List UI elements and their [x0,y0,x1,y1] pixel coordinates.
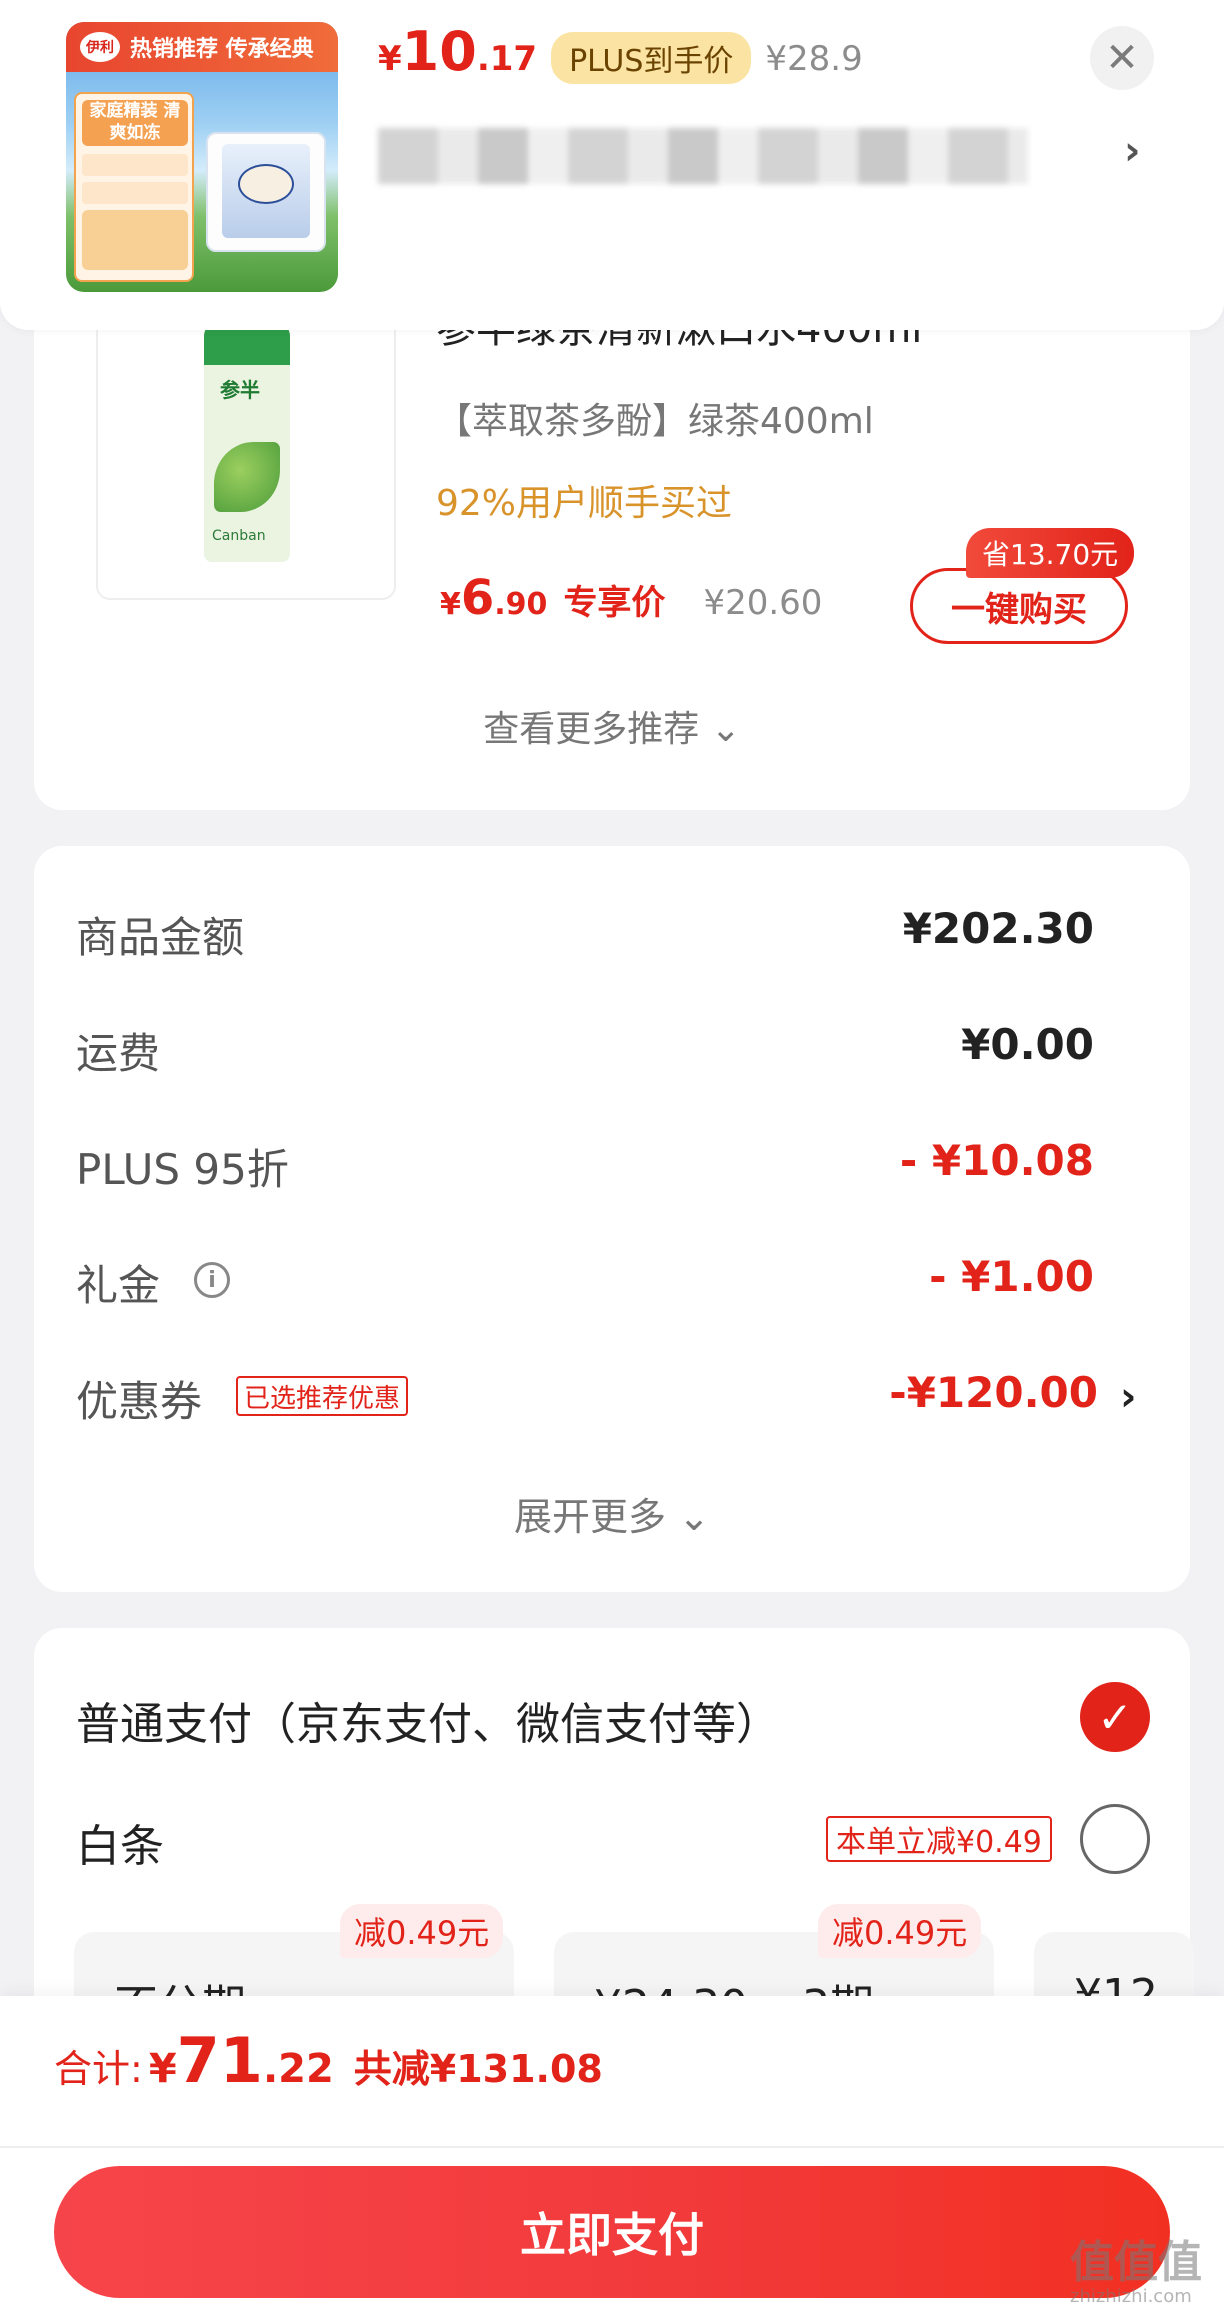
thumbnail-product-box [206,132,326,252]
bottle-image: 参半 Canban [204,308,290,562]
close-icon[interactable]: ✕ [1090,26,1154,90]
total-price: ¥71.22 [148,2024,334,2097]
plus-price: ¥10.17 [378,20,538,83]
shipping-label: 运费 [76,1029,161,1078]
coupon-selected-badge: 已选推荐优惠 [236,1376,409,1416]
thumbnail-strip-text: 热销推荐 传承经典 [130,37,314,62]
shipping-value: ¥0.00 [961,1020,1094,1069]
checkmark-icon[interactable]: ✓ [1080,1682,1150,1752]
installment-discount-tag: 减0.49元 [818,1904,982,1958]
chevron-right-icon[interactable]: › [1120,1374,1136,1420]
one-click-buy-button[interactable]: 一键购买 [910,568,1128,644]
plus-discount-label: PLUS 95折 [76,1145,289,1194]
info-icon[interactable]: i [194,1262,230,1298]
plus-price-tag: PLUS到手价 [551,32,752,84]
recommended-price-row: ¥6.90 专享价 ¥20.60 [440,570,822,626]
goods-amount-value: ¥202.30 [902,904,1094,953]
brand-logo: 伊利 [80,32,120,62]
chevron-right-icon[interactable]: › [1124,128,1140,174]
total-saved: 共减¥131.08 [353,2047,603,2091]
expand-more-button[interactable]: 展开更多 ⌄ [0,1486,1224,1541]
banner-price-row: ¥10.17 PLUS到手价 ¥28.9 [378,20,863,90]
original-price: ¥28.9 [765,39,863,79]
total-label: 合计: [54,2047,143,2091]
coupon-label[interactable]: 优惠券 [76,1368,202,1429]
recommended-product-image[interactable]: 参半 Canban [96,300,396,600]
gift-money-value: - ¥1.00 [929,1252,1094,1301]
baitiao-payment-option[interactable]: 白条 [76,1810,164,1874]
thumbnail-strip: 伊利 热销推荐 传承经典 [66,22,338,72]
recommended-original-price: ¥20.60 [703,583,823,623]
divider [0,2146,1224,2148]
pay-now-button[interactable]: 立即支付 [54,2166,1170,2298]
recommended-product-subtitle: 【萃取茶多酚】绿茶400ml [436,401,874,442]
exclusive-price: ¥6.90 [440,570,548,626]
exclusive-price-label: 专享价 [563,583,666,623]
installment-discount-tag: 减0.49元 [340,1904,504,1958]
coupon-value[interactable]: -¥120.00 [889,1368,1098,1417]
goods-amount-label: 商品金额 [76,913,245,962]
normal-payment-option[interactable]: 普通支付（京东支付、微信支付等） [76,1688,780,1752]
order-total-row: 合计: ¥71.22 共减¥131.08 [54,2024,603,2097]
recommended-popularity: 92%用户顺手买过 [436,483,733,524]
see-more-recommendations[interactable]: 查看更多推荐 ⌄ [0,700,1224,752]
product-thumbnail[interactable]: 伊利 热销推荐 传承经典 家庭精装 清爽如冻 [66,22,338,292]
radio-unchecked-icon[interactable] [1080,1804,1150,1874]
blurred-product-title [378,128,1028,184]
thumbnail-promo-title: 家庭精装 清爽如冻 [82,100,188,146]
thumbnail-promo-card: 家庭精装 清爽如冻 [74,92,194,282]
site-watermark: 值值值 zhizhizhi.com [1070,2237,1202,2307]
plus-discount-value: - ¥10.08 [899,1136,1094,1185]
product-banner[interactable]: 伊利 热销推荐 传承经典 家庭精装 清爽如冻 ¥10.17 PLUS到手价 ¥2… [0,0,1224,330]
save-amount-tag: 省13.70元 [966,528,1135,578]
gift-money-label: 礼金 [76,1261,161,1310]
baitiao-discount-badge: 本单立减¥0.49 [826,1816,1052,1862]
